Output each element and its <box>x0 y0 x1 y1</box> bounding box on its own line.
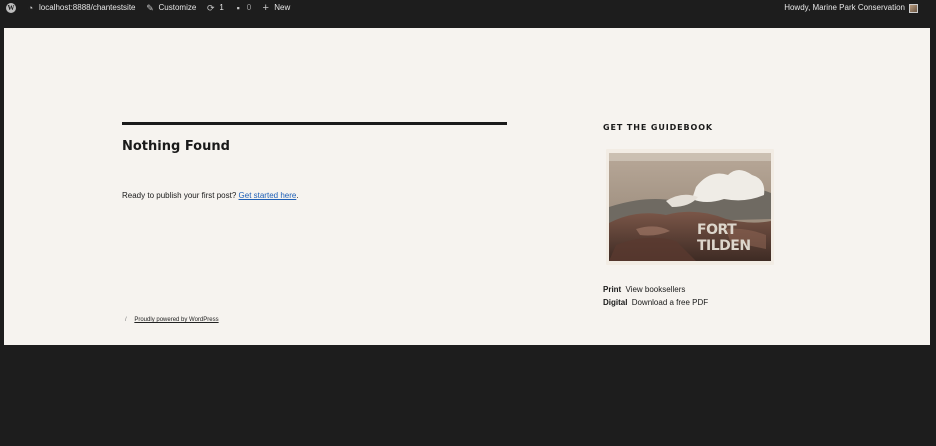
howdy-label: Howdy, Marine Park Conservation <box>784 3 905 12</box>
content-divider <box>122 122 507 125</box>
dashboard-icon: ◔ <box>27 2 34 13</box>
customize-label: Customize <box>158 3 197 12</box>
customize-link[interactable]: ✎ Customize <box>146 0 197 16</box>
my-account-menu[interactable]: Howdy, Marine Park Conservation <box>784 0 918 16</box>
book-title-line1: FORT <box>697 222 737 238</box>
page: Nothing Found Ready to publish your firs… <box>4 28 930 345</box>
guidebook-cover-image[interactable]: FORT TILDEN <box>606 149 774 265</box>
updates-count: 1 <box>219 3 224 12</box>
admin-bar: W ◔ localhost:8888/chantestsite ✎ Custom… <box>0 0 936 16</box>
guidebook-links: Print View booksellers Digital Download … <box>603 283 708 309</box>
avatar <box>909 3 918 13</box>
site-name-link[interactable]: ◔ localhost:8888/chantestsite <box>26 0 136 16</box>
digital-link-row[interactable]: Digital Download a free PDF <box>603 296 708 309</box>
digital-label: Digital <box>603 298 628 307</box>
print-label: Print <box>603 285 622 294</box>
footer-separator: / <box>125 317 127 323</box>
new-content-link[interactable]: + New <box>261 0 291 16</box>
comment-icon: ▪ <box>236 2 240 13</box>
plus-icon: + <box>262 1 269 14</box>
intro-text: Ready to publish your first post? <box>122 191 239 200</box>
brush-icon: ✎ <box>146 2 154 13</box>
updates-icon: ⟳ <box>207 2 215 13</box>
wp-logo-menu[interactable]: W <box>6 3 16 13</box>
intro-end: . <box>296 191 299 200</box>
intro-paragraph: Ready to publish your first post? Get st… <box>122 191 299 200</box>
powered-by-link[interactable]: Proudly powered by WordPress <box>134 317 218 323</box>
wordpress-logo-icon: W <box>6 3 16 13</box>
print-text: View booksellers <box>625 285 686 294</box>
digital-text: Download a free PDF <box>631 298 709 307</box>
book-cover-title: FORT TILDEN <box>697 222 751 254</box>
book-title-line2: TILDEN <box>697 238 751 254</box>
comments-link[interactable]: ▪ 0 <box>234 0 252 16</box>
print-link-row[interactable]: Print View booksellers <box>603 283 708 296</box>
page-title: Nothing Found <box>122 139 230 154</box>
widget-title: GET THE GUIDEBOOK <box>603 123 714 132</box>
new-label: New <box>274 3 291 12</box>
updates-link[interactable]: ⟳ 1 <box>206 0 224 16</box>
site-name-label: localhost:8888/chantestsite <box>39 3 136 12</box>
comments-count: 0 <box>246 3 252 12</box>
site-footer: / Proudly powered by WordPress <box>125 317 219 323</box>
get-started-link[interactable]: Get started here <box>239 191 297 200</box>
